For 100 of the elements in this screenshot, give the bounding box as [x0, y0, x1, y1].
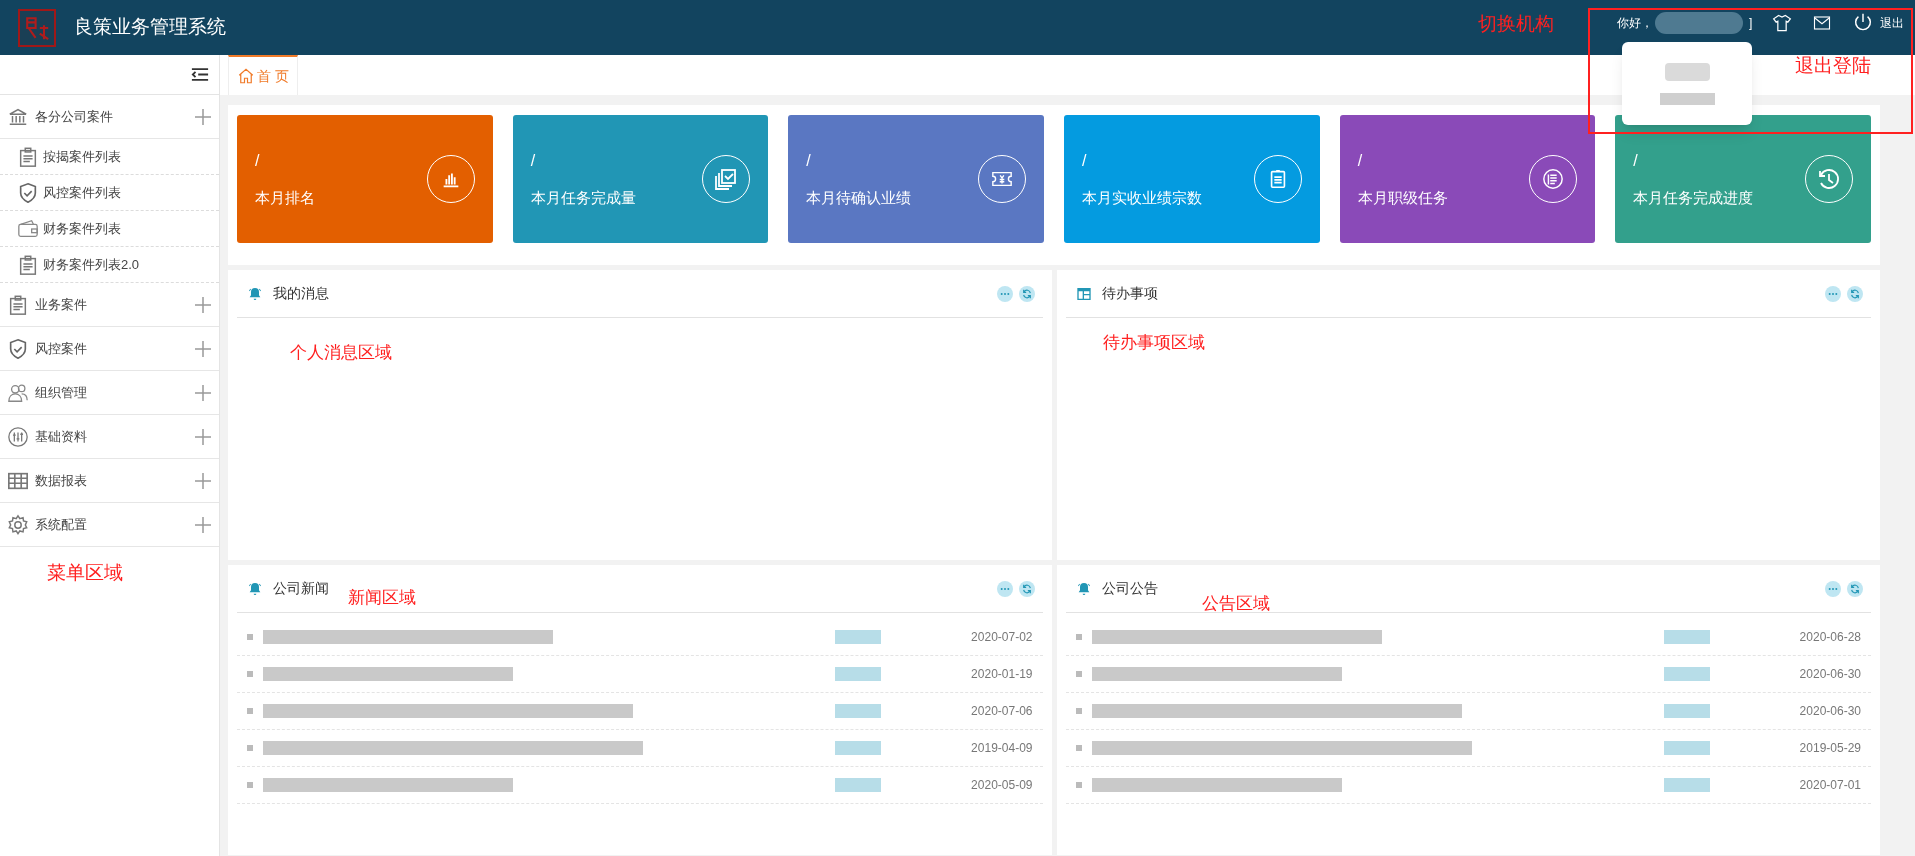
logout-button[interactable]: 退出: [1880, 14, 1905, 32]
stat-value: /: [1082, 150, 1088, 171]
annotation-label: 公告区域: [1201, 593, 1270, 615]
stat-label: 本月排名: [255, 187, 316, 208]
wallet-icon: [17, 217, 39, 240]
stat-card[interactable]: / 本月任务完成量: [512, 115, 769, 243]
refresh-icon[interactable]: [1847, 580, 1863, 597]
list-row[interactable]: 2020-01-19: [237, 656, 1043, 693]
list-row[interactable]: 2020-07-01: [1065, 767, 1871, 804]
refresh-icon[interactable]: [1018, 285, 1035, 302]
redacted-block: [1664, 62, 1710, 81]
list-row[interactable]: 2020-06-30: [1065, 656, 1871, 693]
redacted-block: [1663, 741, 1710, 755]
submenu-item[interactable]: 财务案件列表2.0: [0, 247, 219, 283]
plus-icon[interactable]: [195, 472, 211, 489]
bell-icon: [247, 580, 263, 597]
redacted-block: [835, 630, 882, 644]
list-row[interactable]: 2020-07-02: [237, 619, 1043, 656]
mail-icon[interactable]: [1812, 14, 1833, 32]
more-icon[interactable]: [1825, 580, 1841, 597]
submenu-item[interactable]: 财务案件列表: [0, 211, 219, 247]
panel-title: 公司新闻: [273, 579, 329, 598]
redacted-block: [835, 704, 882, 718]
seal-logo-icon: [18, 8, 56, 47]
menu-item[interactable]: 各分公司案件: [0, 95, 219, 139]
date-text: 2020-07-06: [971, 703, 1033, 720]
redacted-block: [1659, 92, 1715, 105]
stat-value: /: [806, 150, 812, 171]
submenu-item[interactable]: 风控案件列表: [0, 175, 219, 211]
menu-item[interactable]: 业务案件: [0, 283, 219, 327]
plus-icon[interactable]: [195, 428, 211, 445]
list-row[interactable]: 2020-07-06: [237, 693, 1043, 730]
date-text: 2020-06-28: [1799, 629, 1861, 646]
annotation-label: 退出登陆: [1795, 54, 1871, 78]
plus-icon[interactable]: [195, 516, 211, 533]
panel-title: 待办事项: [1101, 284, 1158, 303]
date-text: 2020-07-01: [1799, 777, 1861, 794]
redacted-block: [835, 778, 882, 792]
menu-item[interactable]: 组织管理: [0, 371, 219, 415]
stat-label: 本月实收业绩宗数: [1082, 187, 1203, 208]
list-row[interactable]: 2020-05-09: [237, 767, 1043, 804]
shield-check-icon: [17, 181, 39, 204]
more-icon[interactable]: [996, 580, 1013, 597]
stat-label: 本月待确认业绩: [806, 187, 913, 208]
stat-value: /: [1357, 150, 1364, 171]
panel-title: 公司公告: [1101, 579, 1158, 598]
stat-card[interactable]: / 本月待确认业绩: [788, 115, 1044, 243]
date-text: 2020-01-19: [971, 666, 1033, 683]
menu-collapse-icon[interactable]: [191, 67, 209, 82]
more-icon[interactable]: [996, 285, 1013, 302]
stat-value: /: [255, 150, 261, 171]
bullet-icon: [247, 634, 253, 640]
bullet-icon: [1075, 782, 1082, 788]
redacted-block: [835, 741, 882, 755]
plus-icon[interactable]: [195, 296, 211, 313]
stat-card[interactable]: / 本月职级任务: [1339, 115, 1596, 243]
menu-item[interactable]: 数据报表: [0, 459, 219, 503]
plus-icon[interactable]: [195, 340, 211, 357]
date-text: 2019-05-29: [1799, 740, 1861, 757]
list-row[interactable]: 2019-05-29: [1065, 730, 1871, 767]
date-text: 2020-07-02: [971, 629, 1033, 646]
redacted-block: [835, 667, 882, 681]
bullet-icon: [247, 708, 253, 714]
stat-card[interactable]: / 本月排名: [237, 115, 493, 243]
stat-card[interactable]: / 本月任务完成进度: [1615, 115, 1872, 243]
refresh-icon[interactable]: [1018, 580, 1035, 597]
bullet-icon: [1075, 671, 1082, 677]
list-icon: [1542, 168, 1565, 190]
plus-icon[interactable]: [195, 384, 211, 401]
bell-icon: [247, 285, 263, 302]
menu-item[interactable]: 系统配置: [0, 503, 219, 547]
shirt-icon[interactable]: [1772, 13, 1793, 33]
more-icon[interactable]: [1825, 285, 1841, 302]
annotation-label: 待办事项区域: [1102, 332, 1205, 354]
checklist-icon: [714, 167, 739, 191]
annotation-label: 新闻区域: [348, 587, 416, 609]
stat-value: /: [530, 150, 537, 171]
stat-label: 本月任务完成进度: [1633, 187, 1755, 208]
clock-history-icon: [1817, 167, 1842, 191]
menu-item[interactable]: 风控案件: [0, 327, 219, 371]
stat-label: 本月职级任务: [1357, 187, 1449, 208]
stat-label: 本月任务完成量: [530, 187, 637, 208]
greeting-text: 你好，: [1617, 15, 1653, 32]
bullet-icon: [1075, 745, 1082, 751]
list-row[interactable]: 2020-06-28: [1065, 619, 1871, 656]
list-row[interactable]: 2020-06-30: [1065, 693, 1871, 730]
bullet-icon: [1075, 634, 1082, 640]
date-text: 2019-04-09: [971, 740, 1033, 757]
submenu-item[interactable]: 按揭案件列表: [0, 139, 219, 175]
date-text: 2020-05-09: [971, 777, 1033, 794]
list-row[interactable]: 2019-04-09: [237, 730, 1043, 767]
app-title: 良策业务管理系统: [74, 15, 226, 40]
tab[interactable]: 首 页: [228, 55, 298, 95]
menu-item[interactable]: 基础资料: [0, 415, 219, 459]
clipboard-icon: [17, 253, 39, 276]
redacted-block: [1663, 667, 1710, 681]
annotation-label: 切换机构: [1478, 12, 1554, 36]
stat-card[interactable]: / 本月实收业绩宗数: [1064, 115, 1320, 243]
plus-icon[interactable]: [195, 108, 211, 125]
refresh-icon[interactable]: [1847, 285, 1863, 302]
